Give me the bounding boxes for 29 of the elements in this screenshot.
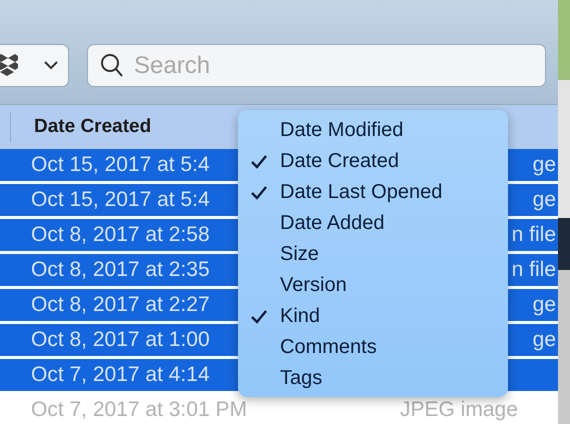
- kind-cell-text: JPEG image: [400, 398, 519, 422]
- date-cell: Oct 8, 2017 at 2:35: [31, 258, 210, 282]
- menu-item[interactable]: Kind: [238, 301, 508, 332]
- date-cell: Oct 15, 2017 at 5:4: [31, 188, 210, 212]
- dropbox-button[interactable]: [0, 44, 69, 87]
- date-cell: Oct 8, 2017 at 2:27: [31, 293, 210, 317]
- search-field[interactable]: Search: [87, 44, 546, 87]
- kind-cell-text: ge: [532, 328, 557, 352]
- date-cell: Oct 7, 2017 at 3:01 PM: [31, 398, 247, 422]
- date-cell: Oct 15, 2017 at 5:4: [31, 153, 210, 177]
- menu-item[interactable]: Date Added: [238, 208, 508, 239]
- menu-item[interactable]: Date Created: [238, 146, 508, 177]
- kind-cell-text: ge: [532, 153, 557, 177]
- menu-item[interactable]: Tags: [238, 363, 508, 394]
- kind-cell-text: ge: [532, 188, 557, 212]
- kind-cell-text: n file: [512, 258, 557, 282]
- kind-cell-text: ge: [532, 293, 557, 317]
- date-cell: Oct 7, 2017 at 4:14: [31, 363, 210, 387]
- menu-item[interactable]: Version: [238, 270, 508, 301]
- menu-item[interactable]: Date Last Opened: [238, 177, 508, 208]
- date-cell: Oct 8, 2017 at 2:58: [31, 223, 210, 247]
- menu-item[interactable]: Date Modified: [238, 115, 508, 146]
- menu-item[interactable]: Comments: [238, 332, 508, 363]
- search-icon: [100, 52, 124, 78]
- column-header[interactable]: Date Created: [34, 116, 152, 138]
- kind-cell-text: n file: [512, 223, 557, 247]
- date-cell: Oct 8, 2017 at 1:00: [31, 328, 210, 352]
- chevron-down-icon: [44, 61, 58, 70]
- menu-item[interactable]: Size: [238, 239, 508, 270]
